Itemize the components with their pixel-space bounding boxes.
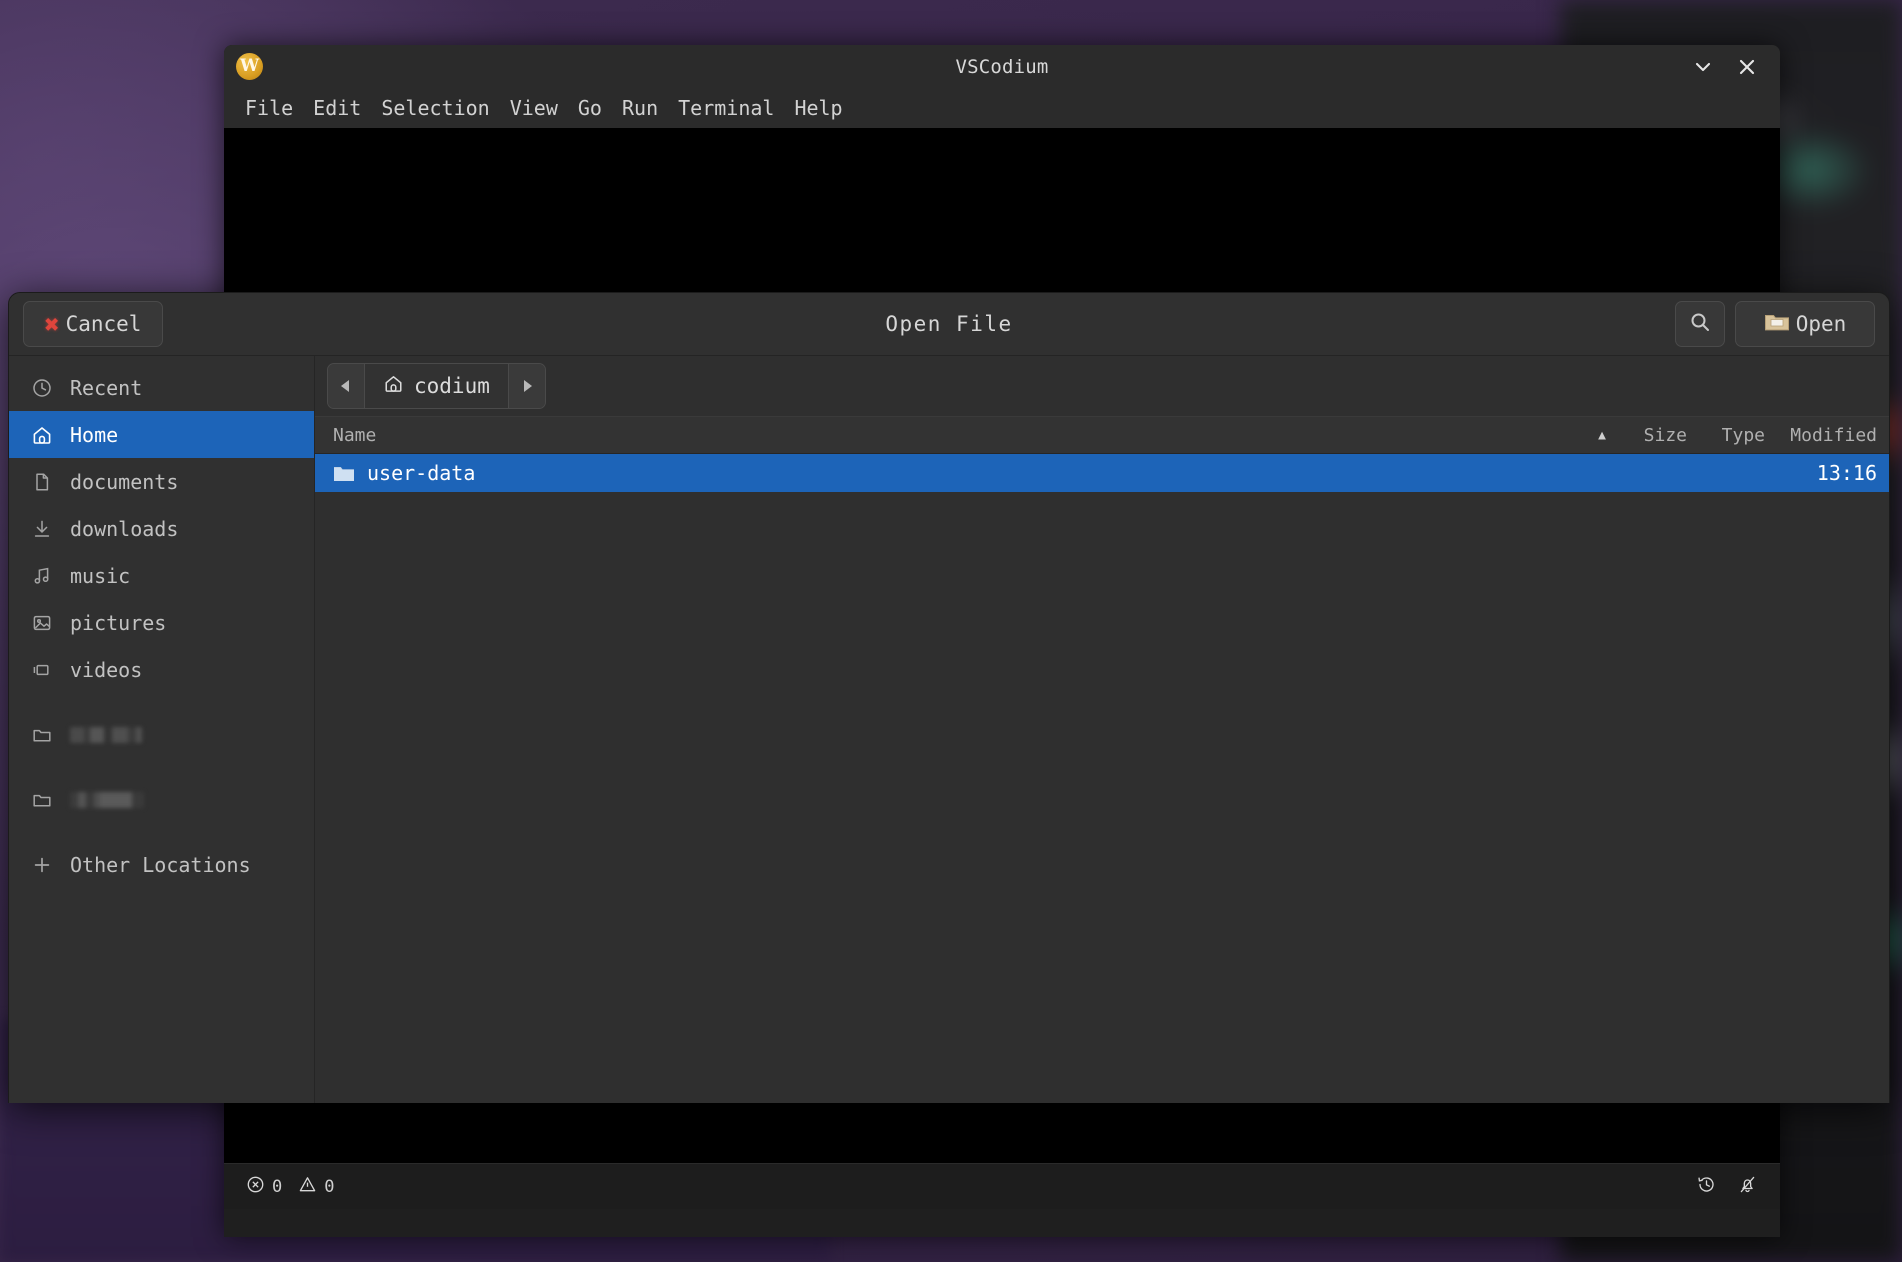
vscodium-titlebar: W VSCodium <box>224 45 1780 88</box>
sidebar-item-label: documents <box>70 469 179 494</box>
menu-item-selection[interactable]: Selection <box>371 93 499 123</box>
folder-icon <box>31 724 53 746</box>
cancel-button[interactable]: ✖ Cancel <box>23 301 163 347</box>
file-name-cell: user-data <box>315 461 1589 485</box>
cancel-button-label: Cancel <box>65 312 142 336</box>
sidebar-separator <box>9 823 314 841</box>
home-icon <box>383 373 404 399</box>
plus-icon <box>31 854 53 876</box>
places-sidebar: Recent Home documents downloads music pi… <box>9 356 315 1103</box>
vscodium-menubar: File Edit Selection View Go Run Terminal… <box>224 88 1780 128</box>
file-browser: codium Name ▲ Size Type Modified user-da… <box>315 356 1889 1103</box>
breadcrumb-label: codium <box>414 374 490 398</box>
menu-item-go[interactable]: Go <box>568 93 612 123</box>
sidebar-item-recent[interactable]: Recent <box>9 364 314 411</box>
column-header-size[interactable]: Size <box>1615 425 1687 446</box>
folder-icon <box>31 789 53 811</box>
open-button-label: Open <box>1795 312 1847 336</box>
folder-icon <box>333 464 355 482</box>
status-errors-count: 0 <box>272 1176 283 1197</box>
dialog-header-actions: Open <box>1675 301 1875 347</box>
vscodium-window-title: VSCodium <box>955 55 1049 78</box>
search-icon <box>1688 310 1712 339</box>
menu-item-edit[interactable]: Edit <box>303 93 371 123</box>
column-header-name[interactable]: Name <box>315 425 1589 446</box>
close-icon[interactable] <box>1732 52 1762 82</box>
file-list: user-data 13:16 <box>315 454 1889 1103</box>
menu-item-file[interactable]: File <box>235 93 303 123</box>
chevron-down-icon[interactable] <box>1688 52 1718 82</box>
sidebar-item-label-redacted <box>70 791 144 808</box>
red-x-icon: ✖ <box>44 309 60 339</box>
sidebar-item-label: pictures <box>70 610 167 635</box>
sidebar-item-other-locations[interactable]: Other Locations <box>9 841 314 888</box>
sidebar-item-bookmark-2[interactable] <box>9 776 314 823</box>
warning-triangle-icon <box>298 1175 317 1199</box>
sidebar-item-label: Recent <box>70 375 143 400</box>
sidebar-item-label: downloads <box>70 516 179 541</box>
pathbar-row: codium <box>315 356 1889 416</box>
status-right-icons <box>1696 1174 1758 1200</box>
error-circle-icon <box>246 1175 265 1199</box>
sidebar-item-downloads[interactable]: downloads <box>9 505 314 552</box>
breadcrumb: codium <box>327 363 546 409</box>
menu-item-run[interactable]: Run <box>612 93 668 123</box>
folder-open-icon <box>1764 311 1790 338</box>
menu-item-terminal[interactable]: Terminal <box>668 93 784 123</box>
image-icon <box>31 612 53 634</box>
sidebar-item-videos[interactable]: videos <box>9 646 314 693</box>
search-button[interactable] <box>1675 301 1725 347</box>
table-row[interactable]: user-data 13:16 <box>315 454 1889 492</box>
file-list-column-headers: Name ▲ Size Type Modified <box>315 416 1889 454</box>
column-header-type[interactable]: Type <box>1687 425 1765 446</box>
bell-slash-icon[interactable] <box>1737 1174 1758 1200</box>
download-icon <box>31 518 53 540</box>
sidebar-item-pictures[interactable]: pictures <box>9 599 314 646</box>
document-icon <box>31 471 53 493</box>
open-button[interactable]: Open <box>1735 301 1875 347</box>
breadcrumb-item-codium[interactable]: codium <box>365 364 508 408</box>
home-icon <box>31 424 53 446</box>
sidebar-separator <box>9 693 314 711</box>
column-header-modified[interactable]: Modified <box>1765 425 1889 446</box>
caret-right-icon[interactable] <box>507 364 545 408</box>
window-controls <box>1688 52 1780 82</box>
sidebar-item-label: Home <box>70 422 119 447</box>
sidebar-item-documents[interactable]: documents <box>9 458 314 505</box>
status-errors[interactable]: 0 <box>246 1175 282 1199</box>
vscodium-status-bar: 0 0 <box>224 1163 1780 1209</box>
sidebar-separator <box>9 758 314 776</box>
sidebar-item-label: music <box>70 563 131 588</box>
caret-left-icon[interactable] <box>328 364 365 408</box>
dialog-title: Open File <box>885 312 1013 336</box>
vscodium-app-icon: W <box>236 53 263 80</box>
menu-item-view[interactable]: View <box>500 93 568 123</box>
status-problems[interactable]: 0 0 <box>246 1175 335 1199</box>
dialog-header: ✖ Cancel Open File Open <box>9 293 1889 356</box>
file-name-label: user-data <box>367 461 476 485</box>
clock-icon <box>31 377 53 399</box>
sort-ascending-icon: ▲ <box>1598 427 1606 443</box>
sidebar-item-bookmark-1[interactable] <box>9 711 314 758</box>
music-note-icon <box>31 565 53 587</box>
sidebar-item-label: Other Locations <box>70 852 251 877</box>
dialog-body: Recent Home documents downloads music pi… <box>9 356 1889 1103</box>
menu-item-help[interactable]: Help <box>784 93 852 123</box>
status-warnings-count: 0 <box>324 1176 335 1197</box>
sidebar-item-home[interactable]: Home <box>9 411 314 458</box>
history-icon[interactable] <box>1696 1174 1717 1200</box>
open-file-dialog: ✖ Cancel Open File Open Recent Home docu… <box>8 292 1890 1103</box>
sidebar-item-label-redacted <box>70 726 142 743</box>
sidebar-item-label: videos <box>70 657 143 682</box>
sidebar-item-music[interactable]: music <box>9 552 314 599</box>
video-icon <box>31 659 53 681</box>
file-modified-cell: 13:16 <box>1816 461 1877 485</box>
status-warnings[interactable]: 0 <box>298 1175 335 1199</box>
